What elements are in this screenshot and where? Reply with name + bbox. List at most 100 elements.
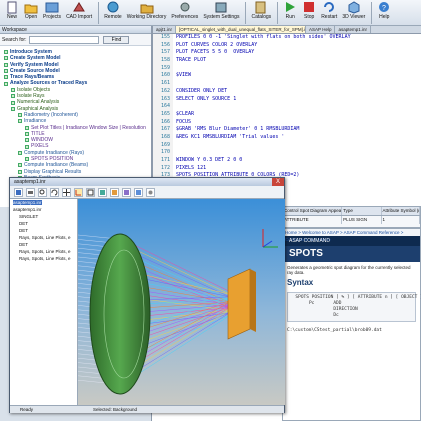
- viewer-tree-item[interactable]: SINGLET: [10, 213, 77, 220]
- close-button[interactable]: X: [272, 178, 284, 186]
- toolbar-separator: [98, 2, 100, 24]
- run-icon: [286, 2, 296, 12]
- find-button[interactable]: Find: [103, 35, 130, 44]
- code-line[interactable]: 157 PLOT FACETS 5 5 0 OVERLAY: [153, 49, 421, 58]
- code-text: TRACE PLOT: [176, 57, 207, 64]
- code-line[interactable]: 161: [153, 80, 421, 88]
- help-syntax-heading: Syntax: [287, 278, 314, 287]
- new-button[interactable]: New: [3, 0, 21, 26]
- remote-button[interactable]: Remote: [102, 0, 124, 26]
- viewer-title-bar[interactable]: asaptemp1.inr X: [10, 178, 284, 186]
- cad-import-icon: [73, 2, 86, 12]
- viewer-tree-item[interactable]: Rays, Spots, Line Plots, e: [10, 255, 77, 262]
- open-button[interactable]: Open: [22, 0, 40, 26]
- code-line[interactable]: 169: [153, 141, 421, 150]
- toolbar-button-label: System Settings: [203, 14, 240, 20]
- help-button[interactable]: ? Help: [375, 0, 393, 26]
- code-line[interactable]: 170: [153, 149, 421, 157]
- 3d-viewer-button[interactable]: 3D Viewer: [340, 0, 367, 26]
- code-line[interactable]: 171 WINDOW Y 0.3 DET 2 0 0: [153, 157, 421, 165]
- viewer-tree-item[interactable]: DET: [10, 241, 77, 248]
- 3d-viewer-window: asaptemp1.inr X asaptemp1.inr asaptemp1.i…: [9, 177, 285, 413]
- detector-edge: [250, 269, 256, 332]
- tree-node-icon: [4, 75, 8, 80]
- attr-cell-type[interactable]: PLUS SIGN: [342, 216, 382, 224]
- view-front-icon[interactable]: [110, 187, 119, 197]
- working-directory-button[interactable]: Working Directory: [125, 0, 169, 26]
- code-text: CONSIDER ONLY DET: [176, 87, 228, 94]
- code-line[interactable]: 168 &REG KC1 RMSBLURDIAM 'Trial values ': [153, 133, 421, 142]
- catalogs-button[interactable]: Catalogs: [249, 0, 273, 26]
- rotate-icon[interactable]: [50, 187, 59, 197]
- viewer-tree-item[interactable]: asaptemp1.inr: [10, 206, 77, 213]
- code-line[interactable]: 166 FOCUS: [153, 118, 421, 127]
- tree-node-icon: [25, 125, 29, 130]
- code-line[interactable]: 162 CONSIDER ONLY DET: [153, 87, 421, 96]
- shading-icon[interactable]: [98, 187, 107, 197]
- viewer-tree-item[interactable]: DET: [10, 220, 77, 227]
- fit-view-icon[interactable]: [86, 187, 95, 197]
- code-line[interactable]: 167 $GRAB 'RMS Blur Diameter' 0 1 RMSBLUR…: [153, 126, 421, 134]
- preferences-button[interactable]: Preferences: [169, 0, 200, 26]
- reset-view-icon[interactable]: [146, 187, 155, 197]
- code-line[interactable]: 159: [153, 64, 421, 73]
- code-text: $CLEAR: [176, 110, 195, 117]
- editor-tab[interactable]: asaptemp1.inr: [335, 26, 371, 33]
- attr-cell-name[interactable]: ATTRIBUTE: [283, 216, 343, 224]
- code-line[interactable]: 156 PLOT CURVES COLOR 2 OVERLAY: [153, 41, 421, 50]
- code-line[interactable]: 163 SELECT ONLY SOURCE 1: [153, 95, 421, 104]
- viewer-tree-item[interactable]: Rays, Spots, Line Plots, e: [10, 234, 77, 241]
- ray-trace-scene[interactable]: [78, 199, 285, 405]
- search-input[interactable]: [29, 35, 100, 44]
- attr-cell-value[interactable]: 1: [382, 216, 420, 224]
- viewer-toolbar: [10, 186, 284, 199]
- zoom-icon[interactable]: [38, 187, 47, 197]
- tree-node-icon: [4, 62, 8, 67]
- line-number: 160: [153, 72, 173, 81]
- tree-node-icon: [4, 56, 8, 61]
- singlet-lens[interactable]: [89, 233, 151, 395]
- code-text: FOCUS: [176, 118, 192, 125]
- viewer-tree-item[interactable]: asaptemp1.inr: [10, 199, 77, 206]
- toolbar-button-label: Preferences: [171, 14, 199, 20]
- viewer-tree-item[interactable]: DET: [10, 227, 77, 234]
- code-line[interactable]: 164: [153, 103, 421, 111]
- code-text: PLOT FACETS 5 5 0 OVERLAY: [176, 49, 255, 56]
- pan-icon[interactable]: [62, 187, 71, 197]
- tree-node-icon: [18, 119, 22, 124]
- code-line[interactable]: 158 TRACE PLOT: [153, 57, 421, 65]
- system-settings-button[interactable]: System Settings: [201, 0, 241, 26]
- viewer-tree-label: Rays, Spots, Line Plots, e: [19, 256, 71, 261]
- asap-application: New Open Projects CAD Import Remote Working D…: [0, 0, 421, 421]
- stop-button[interactable]: Stop: [300, 0, 318, 26]
- view-top-icon[interactable]: [134, 187, 143, 197]
- editor-tab[interactable]: apjt1.inr: [153, 26, 177, 33]
- editor-tab[interactable]: ASAP Help: [306, 26, 336, 33]
- tree-node-icon: [11, 106, 15, 111]
- line-number: 171: [153, 157, 173, 165]
- tree-node-icon: [25, 138, 29, 143]
- detector-plane[interactable]: [227, 268, 251, 340]
- 3d-render-canvas[interactable]: [78, 199, 285, 405]
- line-number: 156: [153, 41, 173, 50]
- code-line[interactable]: 160 $VIEW: [153, 72, 421, 81]
- cad-import-button[interactable]: CAD Import: [64, 0, 94, 26]
- toolbar-separator: [245, 2, 247, 24]
- help-breadcrumb[interactable]: Home > Welcome to ASAP > ASAP Command Re…: [283, 229, 420, 242]
- view-side-icon[interactable]: [122, 187, 131, 197]
- save-image-icon[interactable]: [14, 187, 23, 197]
- restart-button[interactable]: Restart: [319, 0, 339, 26]
- viewer-tree-item[interactable]: Rays, Spots, Line Plots, e: [10, 248, 77, 255]
- axes-icon[interactable]: [74, 187, 83, 197]
- print-icon[interactable]: [26, 187, 35, 197]
- editor-tab[interactable]: [OPTICAL_singlet_with_dual_unequal_flats…: [176, 26, 307, 33]
- run-button[interactable]: Run: [281, 0, 299, 26]
- line-number: 159: [153, 64, 173, 73]
- projects-button[interactable]: Projects: [41, 0, 63, 26]
- code-line[interactable]: 165 $CLEAR: [153, 110, 421, 119]
- code-area[interactable]: 155 PROFILES 0 0 -1 'Singlet with flats o…: [153, 34, 421, 186]
- code-line[interactable]: 155 PROFILES 0 0 -1 'Singlet with flats o…: [153, 34, 421, 42]
- code-line[interactable]: 172 PIXELS 121: [153, 164, 421, 173]
